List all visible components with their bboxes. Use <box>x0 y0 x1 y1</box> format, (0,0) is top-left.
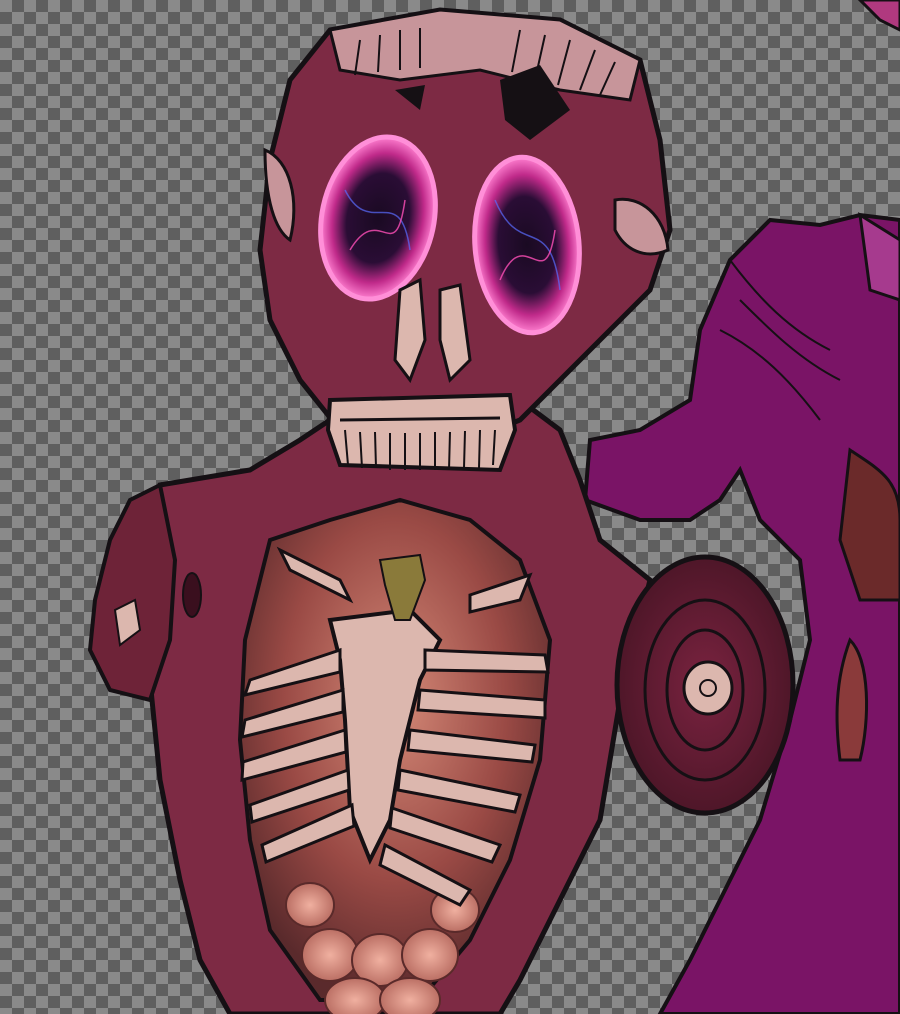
right-shoulder <box>614 554 796 816</box>
artwork-canvas <box>87 0 900 1014</box>
